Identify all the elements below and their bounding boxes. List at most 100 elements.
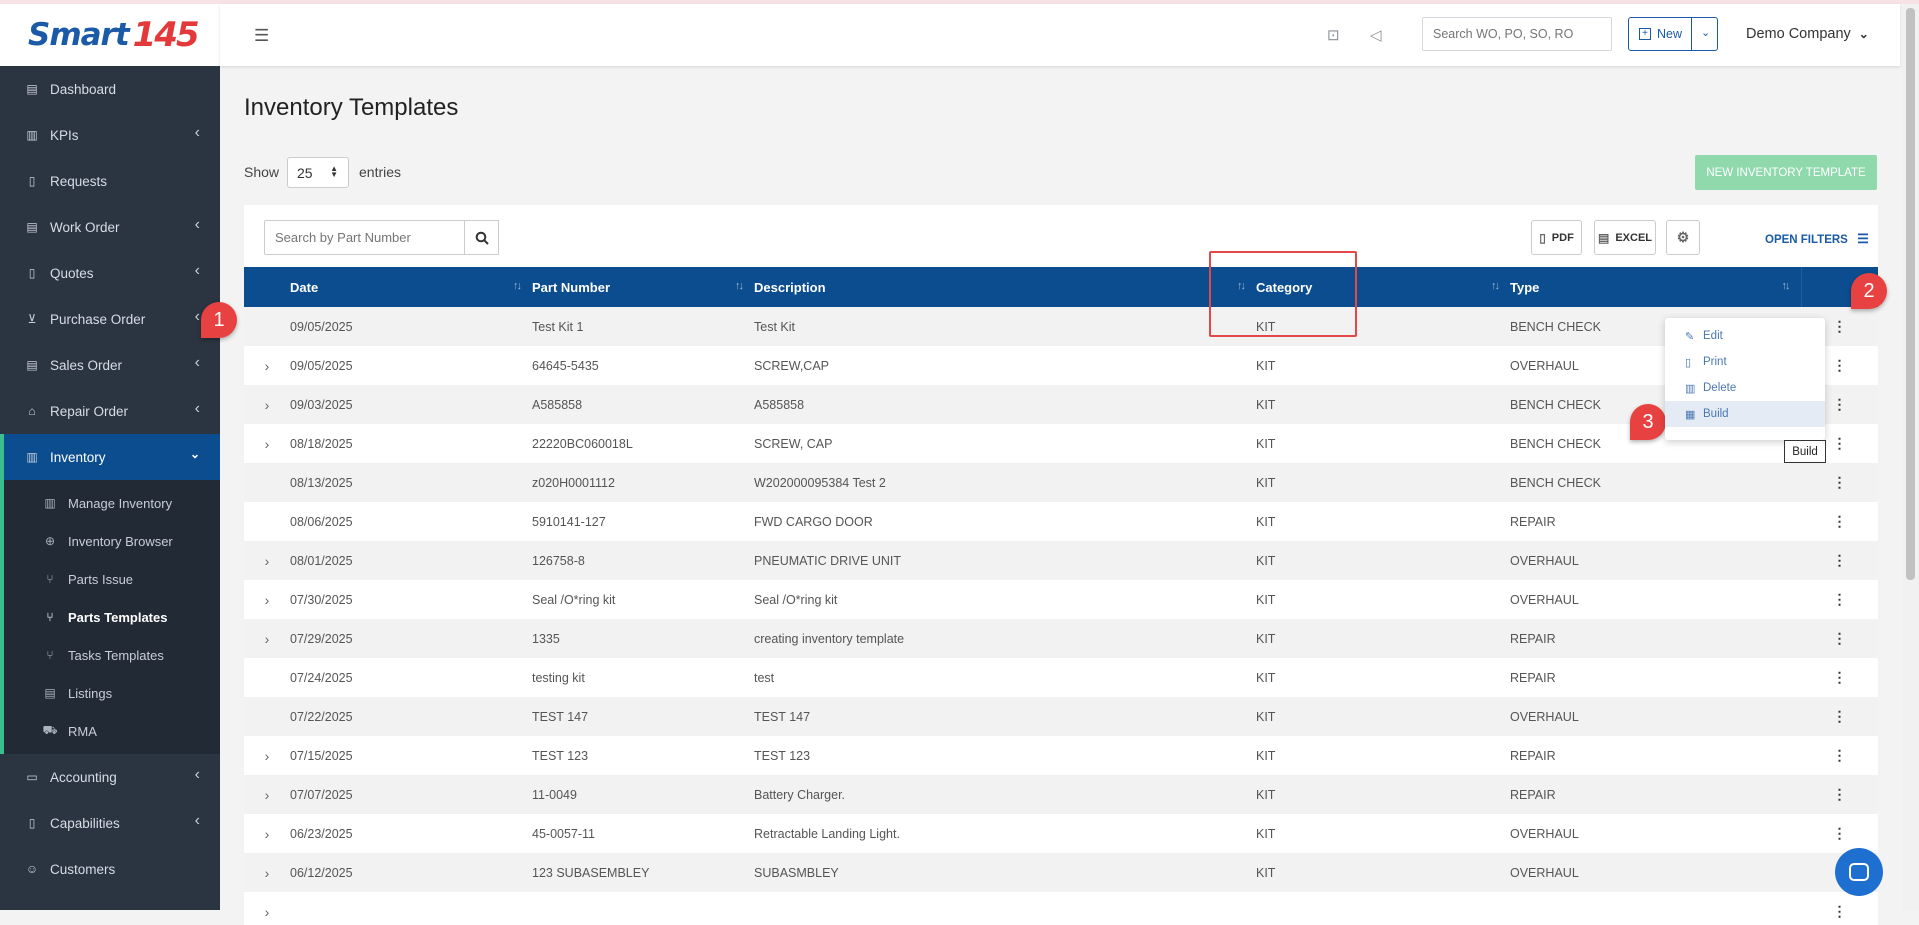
submenu-item-parts-templates[interactable]: ⑂ Parts Templates [4,598,220,636]
sidebar-item-purchase-order[interactable]: ⊻ Purchase Order ‹ [0,296,220,342]
sidebar-item-inventory[interactable]: ▥ Inventory ⌄ [0,434,220,480]
expand-cell[interactable]: › [244,619,290,658]
new-inventory-template-button[interactable]: NEW INVENTORY TEMPLATE [1695,155,1877,190]
description-column-header[interactable]: Description ↑↓ [754,267,1256,307]
sidebar-item-work-order[interactable]: ▤ Work Order ‹ [0,204,220,250]
part-number-search-input[interactable] [264,220,465,255]
menu-item-delete[interactable]: ▥ Delete [1665,375,1825,401]
expand-cell[interactable]: › [244,541,290,580]
expand-cell[interactable]: › [244,814,290,853]
new-button[interactable]: + New ⌄ [1628,17,1718,51]
chevron-down-icon[interactable]: ⌄ [1701,26,1710,39]
submenu-item-inventory-browser[interactable]: ⊕ Inventory Browser [4,522,220,560]
sort-icon[interactable]: ↑↓ [735,280,744,292]
submenu-item-listings[interactable]: ▤ Listings [4,674,220,712]
table-row[interactable]: › 07/15/2025 TEST 123 TEST 123 KIT REPAIR ⋮ [244,736,1878,775]
expand-cell[interactable]: › [244,385,290,424]
sidebar-item-sales-order[interactable]: ▤ Sales Order ‹ [0,342,220,388]
type-column-header[interactable]: Type ↑↓ [1510,267,1801,307]
sort-icon[interactable]: ↑↓ [1491,280,1500,292]
submenu-item-manage-inventory[interactable]: ▥ Manage Inventory [4,484,220,522]
entries-select[interactable]: 25 ▲ ▼ [287,157,349,188]
settings-button[interactable]: ⚙ [1666,220,1700,255]
kebab-menu-icon[interactable]: ⋮ [1833,708,1847,724]
kebab-menu-icon[interactable]: ⋮ [1833,903,1847,919]
hamburger-menu-icon[interactable]: ☰ [254,26,269,46]
excel-button[interactable]: ▤ EXCEL [1594,220,1656,255]
table-row[interactable]: › 06/23/2025 45-0057-11 Retractable Landing… [244,814,1878,853]
menu-item-print[interactable]: ▯ Print [1665,349,1825,375]
chevron-right-icon[interactable]: › [265,787,270,803]
table-row[interactable]: › 06/12/2025 123 SUBASEMBLEY SUBASMBLEY KIT O… [244,853,1878,892]
chevron-right-icon[interactable]: › [265,397,270,413]
kebab-menu-icon[interactable]: ⋮ [1833,552,1847,568]
global-search-input[interactable] [1422,17,1612,51]
kebab-menu-icon[interactable]: ⋮ [1833,786,1847,802]
kebab-menu-icon[interactable]: ⋮ [1833,825,1847,841]
page-scrollbar[interactable] [1902,4,1919,910]
kebab-menu-icon[interactable]: ⋮ [1833,513,1847,529]
part-number-column-header[interactable]: Part Number ↑↓ [532,267,754,307]
table-row[interactable]: 07/24/2025 testing kit test KIT REPAIR ⋮ [244,658,1878,697]
table-row[interactable]: › 08/01/2025 126758-8 PNEUMATIC DRIVE UNIT K… [244,541,1878,580]
chevron-right-icon[interactable]: › [265,865,270,881]
chevron-right-icon[interactable]: › [265,592,270,608]
submenu-item-rma[interactable]: ⛟ RMA [4,712,220,750]
expand-cell[interactable]: › [244,736,290,775]
scrollbar-thumb[interactable] [1906,8,1915,580]
chevron-right-icon[interactable]: › [265,436,270,452]
submenu-item-parts-issue[interactable]: ⑂ Parts Issue [4,560,220,598]
expand-cell[interactable]: › [244,853,290,892]
kebab-menu-icon[interactable]: ⋮ [1833,474,1847,490]
company-selector[interactable]: Demo Company ⌄ [1746,26,1869,42]
sort-icon[interactable]: ↑↓ [513,280,522,292]
chevron-right-icon[interactable]: › [265,826,270,842]
chevron-right-icon[interactable]: › [265,748,270,764]
search-button[interactable] [464,220,499,255]
table-row[interactable]: 09/05/2025 Test Kit 1 Test Kit KIT BENCH CHE… [244,307,1878,346]
sidebar-item-kpis[interactable]: ▥ KPIs ‹ [0,112,220,158]
chevron-right-icon[interactable]: › [265,553,270,569]
table-row[interactable]: › 07/07/2025 11-0049 Battery Charger. KIT REP… [244,775,1878,814]
kebab-menu-icon[interactable]: ⋮ [1833,435,1847,451]
table-row[interactable]: › 07/30/2025 Seal /O*ring kit Seal /O*ring … [244,580,1878,619]
sort-icon[interactable]: ↑↓ [1782,280,1791,292]
kebab-menu-icon[interactable]: ⋮ [1833,669,1847,685]
chevron-right-icon[interactable]: › [265,631,270,647]
sidebar-item-customers[interactable]: ☺ Customers [0,846,220,892]
chat-button[interactable] [1835,848,1883,896]
table-row[interactable]: 07/22/2025 TEST 147 TEST 147 KIT OVERHAUL ⋮ [244,697,1878,736]
table-row[interactable]: 08/06/2025 5910141-127 FWD CARGO DOOR KIT RE… [244,502,1878,541]
sidebar-item-capabilities[interactable]: ▯ Capabilities ‹ [0,800,220,846]
sidebar-item-requests[interactable]: ▯ Requests [0,158,220,204]
open-filters-button[interactable]: OPEN FILTERS ☰ [1765,231,1869,247]
menu-item-edit[interactable]: ✎ Edit [1665,323,1825,349]
chevron-right-icon[interactable]: › [265,358,270,374]
table-row[interactable]: 08/13/2025 z020H0001112 W202000095384 Test… [244,463,1878,502]
kebab-menu-icon[interactable]: ⋮ [1833,357,1847,373]
expand-cell[interactable]: › [244,346,290,385]
expand-cell[interactable]: › [244,775,290,814]
kebab-menu-icon[interactable]: ⋮ [1833,591,1847,607]
submenu-item-tasks-templates[interactable]: ⑂ Tasks Templates [4,636,220,674]
sidebar-item-vendors[interactable]: ▣Vendors [0,892,220,911]
kebab-menu-icon[interactable]: ⋮ [1833,747,1847,763]
robot-icon[interactable]: ⊡ [1327,26,1340,44]
kebab-menu-icon[interactable]: ⋮ [1833,630,1847,646]
chevron-right-icon[interactable]: › [265,904,270,920]
pdf-button[interactable]: ▯ PDF [1531,220,1582,255]
kebab-menu-icon[interactable]: ⋮ [1833,396,1847,412]
expand-cell[interactable]: › [244,424,290,463]
date-column-header[interactable]: Date ↑↓ [290,267,532,307]
sidebar-item-dashboard[interactable]: ▤ Dashboard [0,66,220,112]
expand-cell[interactable]: › [244,580,290,619]
table-row[interactable]: › 09/05/2025 64645-5435 SCREW,CAP KIT OVERHAU… [244,346,1878,385]
table-row[interactable]: › 07/29/2025 1335 creating inventory templa… [244,619,1878,658]
kebab-menu-icon[interactable]: ⋮ [1833,318,1847,334]
table-row[interactable]: › ⋮ [244,892,1878,925]
sidebar-item-repair-order[interactable]: ⌂ Repair Order ‹ [0,388,220,434]
sidebar-item-accounting[interactable]: ▭ Accounting ‹ [0,754,220,800]
sidebar-item-quotes[interactable]: ▯ Quotes ‹ [0,250,220,296]
megaphone-icon[interactable]: ◁ [1370,26,1382,44]
logo[interactable]: Smart 145 [0,4,220,66]
